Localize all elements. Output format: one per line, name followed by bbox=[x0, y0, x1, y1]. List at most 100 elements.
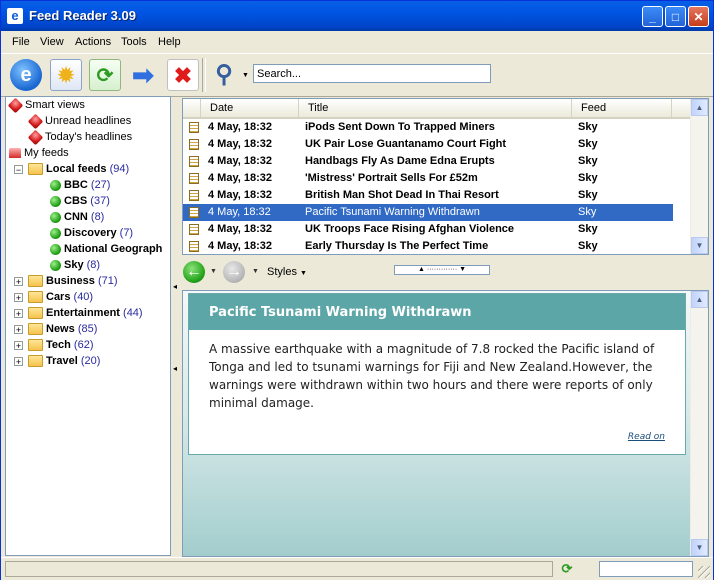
title-bar[interactable]: e Feed Reader 3.09 _ □ ✕ bbox=[1, 1, 713, 31]
tree-folder-travel[interactable]: Travel (20) bbox=[28, 353, 100, 369]
tree-feed-discovery[interactable]: Discovery (7) bbox=[50, 225, 133, 241]
headline-date: 4 May, 18:32 bbox=[208, 172, 273, 184]
search-input[interactable] bbox=[253, 64, 491, 83]
headline-date: 4 May, 18:32 bbox=[208, 138, 273, 150]
column-title[interactable]: Title bbox=[299, 99, 572, 117]
tree-smart-views[interactable]: Smart views bbox=[7, 97, 85, 113]
tree-label: Business bbox=[46, 275, 95, 287]
tree-feed-sky[interactable]: Sky (8) bbox=[50, 257, 100, 273]
maximize-button[interactable]: □ bbox=[665, 6, 686, 27]
styles-menu-button[interactable]: Styles ▼ bbox=[267, 266, 307, 278]
scroll-up-icon[interactable]: ▲ bbox=[691, 99, 708, 116]
feed-status-icon bbox=[50, 195, 61, 207]
back-arrow-icon[interactable]: ← bbox=[183, 261, 205, 283]
headline-title: Early Thursday Is The Perfect Time bbox=[305, 240, 489, 252]
headline-row[interactable]: 4 May, 18:32 Handbags Fly As Dame Edna Er… bbox=[183, 153, 673, 170]
unread-count: (37) bbox=[90, 195, 110, 207]
headline-title: 'Mistress' Portrait Sells For £52m bbox=[305, 172, 478, 184]
tree-folder-tech[interactable]: Tech (62) bbox=[28, 337, 93, 353]
unread-count: (7) bbox=[119, 227, 134, 239]
tree-folder-news[interactable]: News (85) bbox=[28, 321, 97, 337]
scroll-down-icon[interactable]: ▼ bbox=[691, 237, 708, 254]
scroll-down-icon[interactable]: ▼ bbox=[691, 539, 708, 556]
tree-feed-cnn[interactable]: CNN (8) bbox=[50, 209, 104, 225]
collapse-toggle[interactable]: − bbox=[14, 165, 23, 175]
tree-todays-headlines[interactable]: Today's headlines bbox=[27, 129, 132, 145]
tree-label: Sky bbox=[64, 259, 84, 271]
list-scrollbar[interactable]: ▲ ▼ bbox=[690, 99, 708, 254]
status-progress-field bbox=[599, 561, 693, 577]
tree-feed-bbc[interactable]: BBC (27) bbox=[50, 177, 110, 193]
pane-splitter[interactable]: ◂ ◂ bbox=[172, 96, 180, 556]
headline-feed: Sky bbox=[578, 240, 598, 252]
tree-label: National Geograph bbox=[64, 243, 163, 255]
new-feed-icon[interactable]: ✹ bbox=[50, 59, 82, 91]
tree-folder-entertainment[interactable]: Entertainment (44) bbox=[28, 305, 143, 321]
tree-my-feeds[interactable]: My feeds bbox=[9, 145, 69, 161]
feed-reader-icon[interactable]: e bbox=[10, 59, 42, 91]
tree-label: CNN bbox=[64, 211, 88, 223]
headline-date: 4 May, 18:32 bbox=[208, 121, 273, 133]
menu-help[interactable]: Help bbox=[158, 36, 181, 48]
tree-feed-national-geographic[interactable]: National Geograph bbox=[50, 241, 162, 257]
expand-toggle[interactable]: + bbox=[14, 357, 23, 367]
column-icon[interactable] bbox=[183, 99, 201, 117]
headline-row[interactable]: 4 May, 18:32 Early Thursday Is The Perfec… bbox=[183, 238, 673, 254]
column-feed[interactable]: Feed bbox=[572, 99, 672, 117]
forward-history-dropdown-icon[interactable]: ▼ bbox=[252, 268, 259, 275]
delete-icon[interactable]: ✖ bbox=[167, 59, 199, 91]
refresh-icon[interactable]: ⟳ bbox=[89, 59, 121, 91]
headline-feed: Sky bbox=[578, 172, 598, 184]
reading-scrollbar[interactable]: ▲ ▼ bbox=[690, 291, 708, 556]
headline-row[interactable]: 4 May, 18:32 UK Troops Face Rising Afghan… bbox=[183, 221, 673, 238]
expand-toggle[interactable]: + bbox=[14, 325, 23, 335]
headline-row[interactable]: 4 May, 18:32 iPods Sent Down To Trapped M… bbox=[183, 119, 673, 136]
tree-feed-cbs[interactable]: CBS (37) bbox=[50, 193, 110, 209]
tree-unread-headlines[interactable]: Unread headlines bbox=[27, 113, 132, 129]
forward-arrow-icon[interactable]: ➡ bbox=[127, 59, 159, 91]
headline-title: Handbags Fly As Dame Edna Erupts bbox=[305, 155, 495, 167]
headline-row[interactable]: 4 May, 18:32 Pacific Tsunami Warning With… bbox=[183, 204, 673, 221]
layout-resize-handle[interactable]: ▲ ············· ▼ bbox=[394, 265, 490, 275]
tree-local-feeds[interactable]: Local feeds (94) bbox=[28, 161, 129, 177]
forward-arrow-icon[interactable]: → bbox=[223, 261, 245, 283]
resize-grip[interactable] bbox=[698, 566, 710, 578]
tree-folder-cars[interactable]: Cars (40) bbox=[28, 289, 93, 305]
article-title[interactable]: Pacific Tsunami Warning Withdrawn bbox=[209, 305, 472, 320]
headline-row[interactable]: 4 May, 18:32 UK Pair Lose Guantanamo Cour… bbox=[183, 136, 673, 153]
collapse-left-arrow-icon[interactable]: ◂ bbox=[173, 282, 177, 291]
menu-file[interactable]: File bbox=[12, 36, 30, 48]
menu-tools[interactable]: Tools bbox=[121, 36, 147, 48]
close-button[interactable]: ✕ bbox=[688, 6, 709, 27]
menu-actions[interactable]: Actions bbox=[75, 36, 111, 48]
minimize-button[interactable]: _ bbox=[642, 6, 663, 27]
tree-label: Unread headlines bbox=[45, 115, 132, 127]
article-card: Pacific Tsunami Warning Withdrawn A mass… bbox=[188, 293, 686, 455]
expand-toggle[interactable]: + bbox=[14, 341, 23, 351]
unread-count: (71) bbox=[97, 275, 118, 287]
folder-icon bbox=[28, 355, 43, 368]
search-magnifier-icon[interactable]: ⚲ bbox=[208, 59, 240, 91]
expand-toggle[interactable]: + bbox=[14, 293, 23, 303]
folder-icon bbox=[28, 307, 43, 320]
menu-view[interactable]: View bbox=[40, 36, 64, 48]
back-history-dropdown-icon[interactable]: ▼ bbox=[210, 268, 217, 275]
search-options-dropdown-icon[interactable]: ▼ bbox=[242, 72, 249, 79]
feed-status-icon bbox=[50, 259, 61, 271]
headline-row[interactable]: 4 May, 18:32 'Mistress' Portrait Sells Fo… bbox=[183, 170, 673, 187]
expand-toggle[interactable]: + bbox=[14, 277, 23, 287]
scroll-up-icon[interactable]: ▲ bbox=[691, 291, 708, 308]
column-date[interactable]: Date bbox=[201, 99, 299, 117]
article-body: A massive earthquake with a magnitude of… bbox=[209, 342, 655, 410]
headline-feed: Sky bbox=[578, 223, 598, 235]
read-on-link[interactable]: Read on bbox=[628, 432, 665, 442]
window-title: Feed Reader 3.09 bbox=[29, 8, 136, 23]
folder-icon bbox=[28, 339, 43, 352]
collapse-left-arrow-icon[interactable]: ◂ bbox=[173, 364, 177, 373]
headline-row[interactable]: 4 May, 18:32 British Man Shot Dead In Tha… bbox=[183, 187, 673, 204]
expand-toggle[interactable]: + bbox=[14, 309, 23, 319]
headline-date: 4 May, 18:32 bbox=[208, 240, 273, 252]
tree-folder-business[interactable]: Business (71) bbox=[28, 273, 118, 289]
sync-status-icon[interactable]: ⟳ bbox=[558, 561, 576, 577]
headline-title: UK Troops Face Rising Afghan Violence bbox=[305, 223, 515, 235]
